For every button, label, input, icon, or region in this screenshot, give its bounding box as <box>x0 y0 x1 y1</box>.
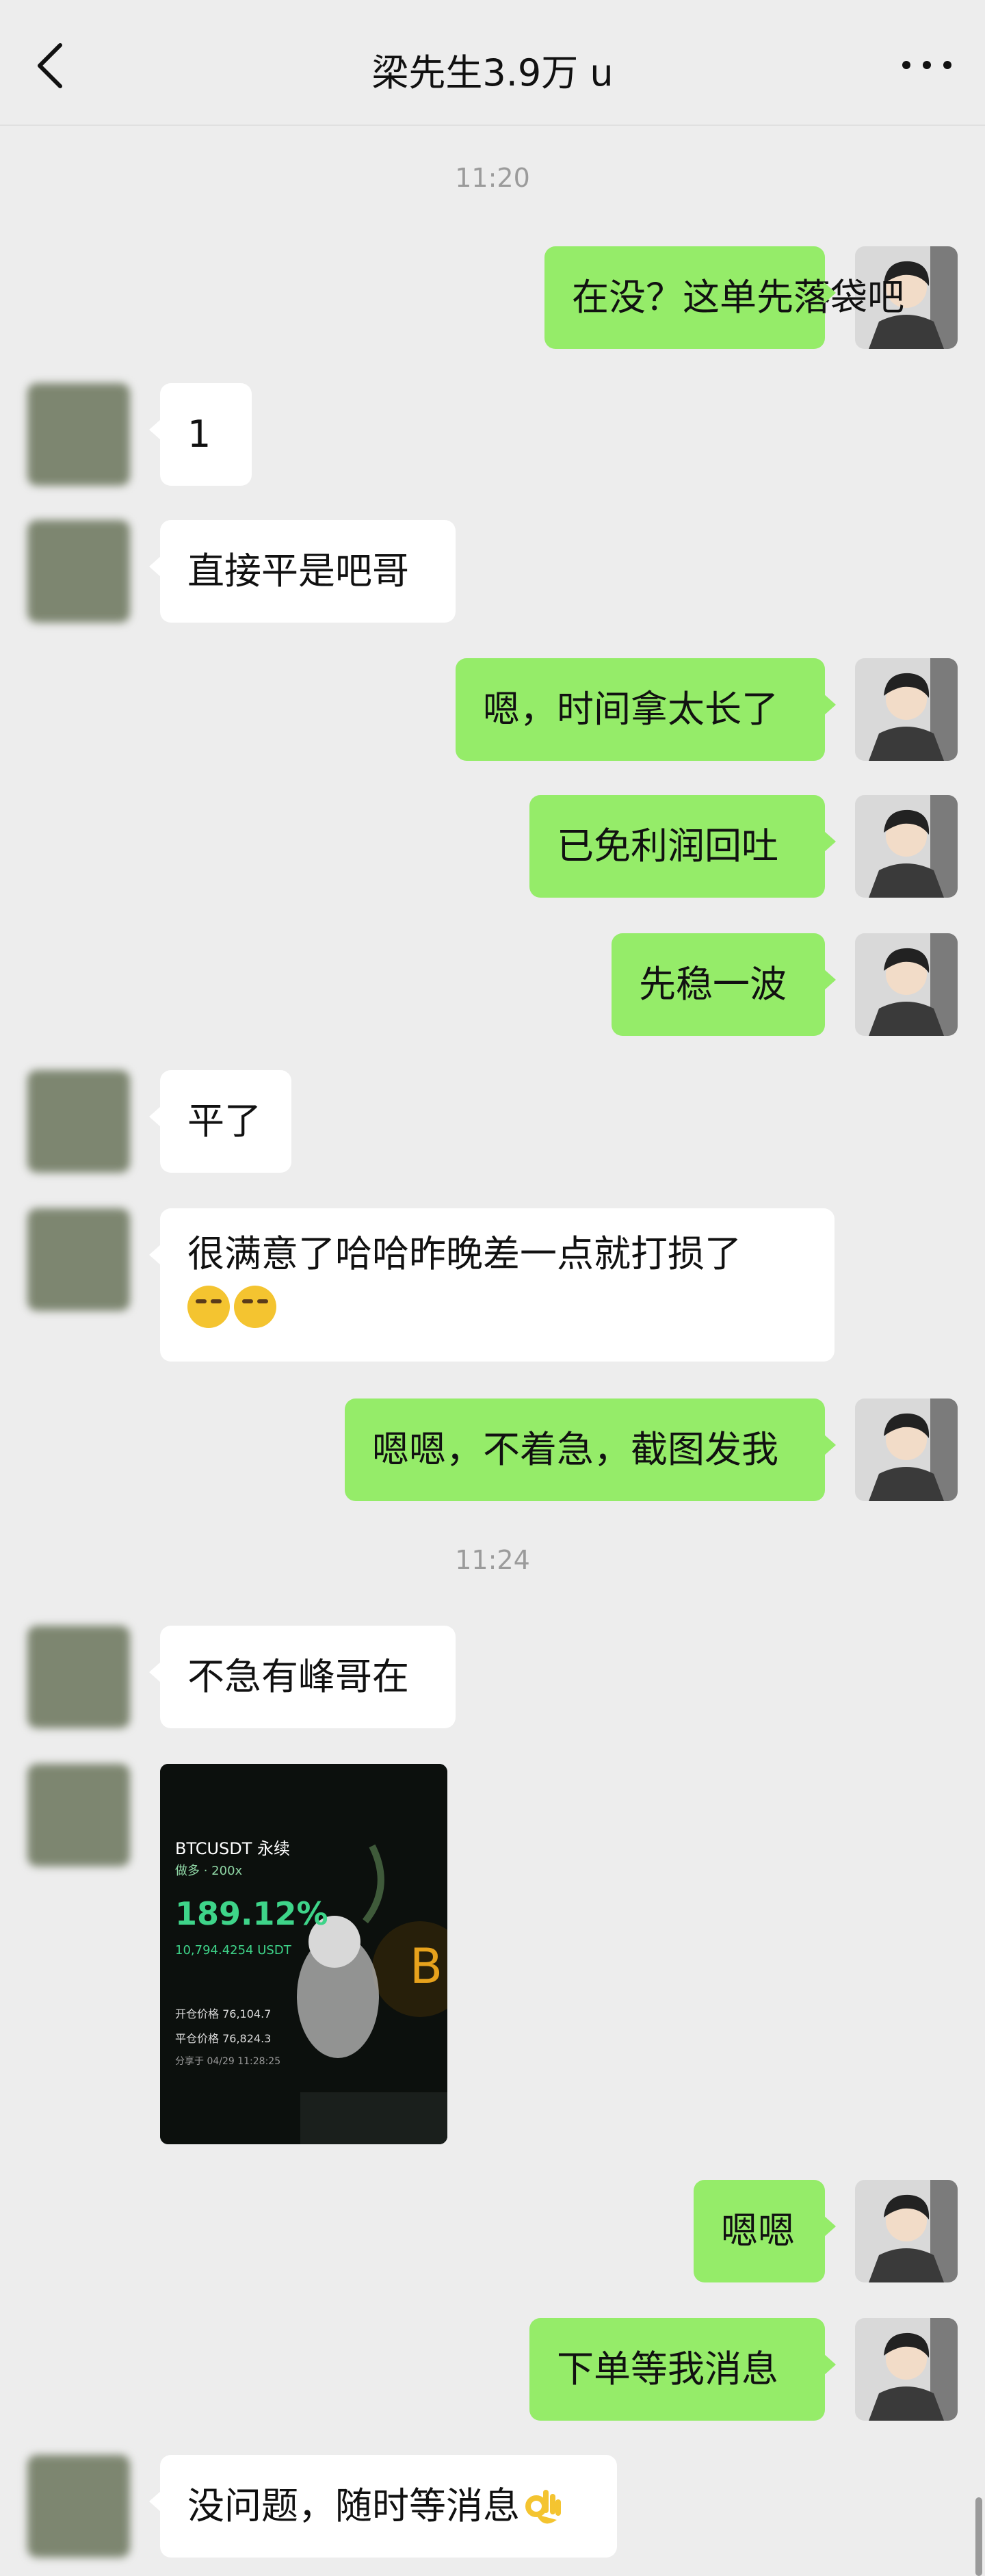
my-avatar[interactable] <box>855 795 958 898</box>
contact-avatar[interactable] <box>27 1764 130 1866</box>
contact-avatar[interactable] <box>27 520 130 623</box>
ok-hand-emoji-icon <box>525 2490 561 2524</box>
message-bubble[interactable]: 在没？这单先落袋吧 <box>544 246 904 349</box>
my-avatar[interactable] <box>855 2318 958 2421</box>
scrollbar[interactable] <box>975 2497 982 2576</box>
message-bubble[interactable]: 嗯，时间拿太长了 <box>456 658 836 761</box>
screenshot-image-message[interactable]: B BTCUSDT 永续 做多 · 200x 189.12% 10,794.42… <box>160 1764 447 2144</box>
contact-avatar[interactable] <box>27 2455 130 2558</box>
message-bubble[interactable]: 已免利润回吐 <box>529 795 836 898</box>
message-bubble[interactable]: 下单等我消息 <box>529 2318 836 2421</box>
contact-avatar[interactable] <box>27 1626 130 1728</box>
message-text: 很满意了哈哈昨晚差一点就打损了 <box>187 1232 741 1275</box>
message-bubble[interactable]: 很满意了哈哈昨晚差一点就打损了 <box>149 1208 835 1362</box>
message-text: 没问题，随时等消息 <box>187 2484 520 2527</box>
laugh-cry-emoji-icon <box>234 1286 276 1329</box>
close-price: 平仓价格 76,824.3 <box>175 2032 272 2045</box>
message-bubble[interactable]: 不急有峰哥在 <box>149 1626 456 1728</box>
message-bubble[interactable]: 直接平是吧哥 <box>149 520 456 623</box>
my-avatar[interactable] <box>855 933 958 1036</box>
my-avatar[interactable] <box>855 2180 958 2282</box>
message-bubble[interactable]: 没问题，随时等消息 <box>149 2455 617 2558</box>
my-avatar[interactable] <box>855 658 958 761</box>
open-price: 开仓价格 76,104.7 <box>175 2007 272 2020</box>
more-dots-icon[interactable] <box>896 48 958 82</box>
message-bubble[interactable]: 嗯嗯 <box>694 2180 836 2282</box>
timestamp: 11:24 <box>455 1545 530 1575</box>
svg-text:B: B <box>410 1938 443 1994</box>
message-bubble[interactable]: 嗯嗯，不着急，截图发我 <box>345 1398 836 1501</box>
contact-avatar[interactable] <box>27 383 130 486</box>
message-bubble[interactable]: 先稳一波 <box>612 933 836 1036</box>
chat-title: 梁先生3.9万 u <box>371 51 614 94</box>
laugh-cry-emoji-icon <box>187 1286 230 1329</box>
pair-label: BTCUSDT 永续 <box>175 1839 291 1858</box>
pnl-amount: 10,794.4254 USDT <box>175 1943 291 1957</box>
contact-avatar[interactable] <box>27 1208 130 1311</box>
pnl-percent: 189.12% <box>175 1895 328 1932</box>
message-bubble[interactable]: 1 <box>149 383 252 486</box>
timestamp: 11:20 <box>455 163 530 193</box>
message-bubble[interactable]: 平了 <box>149 1070 291 1173</box>
share-time: 分享于 04/29 11:28:25 <box>175 2056 281 2067</box>
contact-avatar[interactable] <box>27 1070 130 1173</box>
chat-header: 梁先生3.9万 u <box>0 0 985 126</box>
my-avatar[interactable] <box>855 1398 958 1501</box>
position-side: 做多 · 200x <box>175 1864 243 1878</box>
